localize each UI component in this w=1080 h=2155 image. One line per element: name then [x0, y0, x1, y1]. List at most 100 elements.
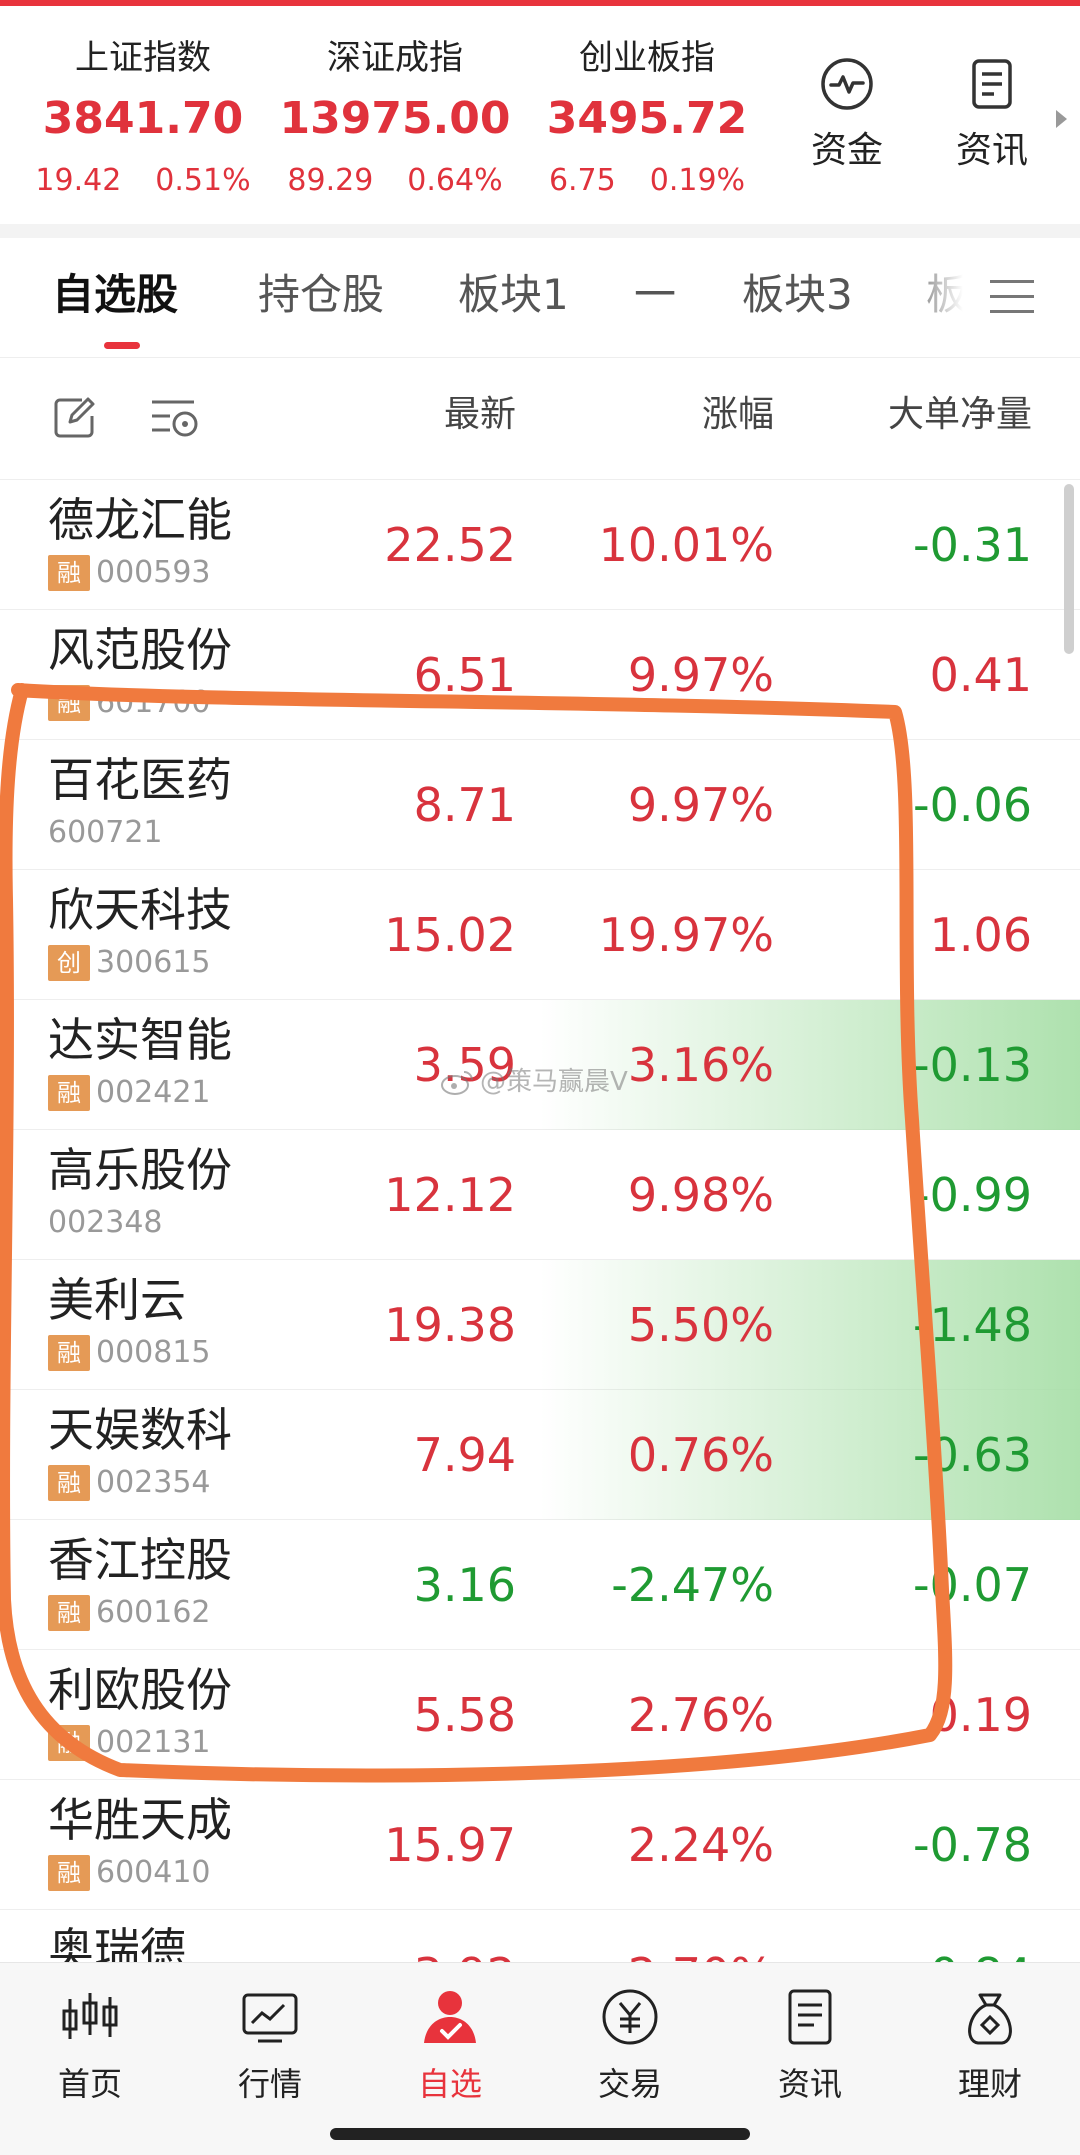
tab-holdings[interactable]: 持仓股: [258, 266, 384, 324]
stock-code: 002131: [96, 1725, 211, 1760]
tab-separator[interactable]: 一: [634, 266, 676, 324]
nav-watchlist[interactable]: 自选: [390, 1985, 510, 2105]
big-order-net: -0.78: [912, 1818, 1032, 1872]
stock-tag-badge: 融: [48, 1595, 90, 1631]
section-divider: [0, 224, 1080, 238]
header-latest[interactable]: 最新: [300, 390, 516, 440]
stock-code-line: 600721: [48, 814, 163, 852]
index-change: 6.75: [548, 163, 616, 198]
stock-row[interactable]: 高乐股份 002348 12.12 9.98% -0.99: [0, 1130, 1080, 1260]
active-tab-indicator: [104, 342, 140, 349]
change-pct: 2.76%: [627, 1688, 774, 1742]
stock-name: 高乐股份: [48, 1143, 232, 1197]
big-order-net: -0.13: [912, 1038, 1032, 1092]
column-header: 最新 涨幅 大单净量: [0, 358, 1080, 480]
big-order-net: 0.41: [929, 648, 1032, 702]
index-name: 创业板指: [579, 38, 715, 78]
stock-list: 德龙汇能融 000593 22.52 10.01% -0.31 风范股份融 601700 6.…: [0, 480, 1080, 1962]
stock-row[interactable]: 奥瑞德 3.92 2.70% 0.84: [0, 1910, 1080, 1962]
index-value: 3841.70: [42, 93, 244, 144]
stock-tag-badge: 融: [48, 1725, 90, 1761]
index-shanghai[interactable]: 上证指数 3841.70 19.42 0.51%: [18, 36, 268, 202]
latest-price: 7.94: [413, 1428, 516, 1482]
stock-tag-badge: 融: [48, 555, 90, 591]
stock-row[interactable]: 德龙汇能融 000593 22.52 10.01% -0.31: [0, 480, 1080, 610]
stock-tag-badge: 创: [48, 945, 90, 981]
pulse-icon: [821, 58, 873, 110]
stock-code-line: 融 000815: [48, 1334, 211, 1372]
latest-price: 12.12: [384, 1168, 516, 1222]
tab-watchlist[interactable]: 自选股: [52, 266, 178, 324]
scrollbar[interactable]: [1064, 484, 1074, 654]
stock-name: 香江控股: [48, 1533, 232, 1587]
stock-tag-badge: 融: [48, 1465, 90, 1501]
stock-row[interactable]: 香江控股融 600162 3.16 -2.47% -0.07: [0, 1520, 1080, 1650]
nav-label: 首页: [57, 2065, 122, 2103]
nav-home[interactable]: 首页: [30, 1985, 150, 2105]
header-change-pct[interactable]: 涨幅: [560, 390, 774, 440]
stock-tag-badge: 融: [48, 1075, 90, 1111]
candlestick-icon: [62, 1993, 118, 2039]
big-order-net: 0.84: [820, 1944, 1032, 1962]
stock-code-line: 002348: [48, 1204, 163, 1242]
latest-price: 22.52: [384, 518, 516, 572]
big-order-net: -0.07: [912, 1558, 1032, 1612]
weibo-icon: [441, 1071, 473, 1095]
stock-code-line: 融 601700: [48, 684, 211, 722]
fund-button[interactable]: 资金: [792, 56, 902, 174]
stock-code-line: 融 002354: [48, 1464, 211, 1502]
filter-settings-icon[interactable]: [148, 396, 200, 442]
stock-code: 601700: [96, 685, 211, 720]
watermark-text: @策马赢晨V: [480, 1067, 628, 1097]
change-pct: 9.97%: [627, 648, 774, 702]
news-button[interactable]: 资讯: [937, 56, 1047, 174]
header-big-order-net[interactable]: 大单净量: [820, 390, 1032, 440]
stock-name: 达实智能: [48, 1013, 232, 1067]
stock-name: 百花医药: [48, 753, 232, 807]
nav-wealth[interactable]: 理财: [930, 1985, 1050, 2105]
latest-price: 3.16: [413, 1558, 516, 1612]
stock-row[interactable]: 天娱数科融 002354 7.94 0.76% -0.63: [0, 1390, 1080, 1520]
stock-code-line: 创 300615: [48, 944, 211, 982]
stock-name: 德龙汇能: [48, 493, 232, 547]
stock-row[interactable]: 欣天科技创 300615 15.02 19.97% 1.06: [0, 870, 1080, 1000]
index-pct: 0.51%: [155, 163, 251, 198]
stock-code-line: 融 600410: [48, 1854, 211, 1892]
index-name: 深证成指: [327, 38, 463, 78]
index-summary-bar: 上证指数 3841.70 19.42 0.51% 深证成指 13975.00 89…: [0, 6, 1080, 224]
user-check-icon: [424, 1991, 476, 2043]
latest-price: 15.02: [384, 908, 516, 962]
home-indicator[interactable]: [330, 2128, 750, 2140]
index-change: 89.29: [287, 163, 374, 198]
more-arrow-icon[interactable]: [1056, 110, 1067, 128]
index-chinext[interactable]: 创业板指 3495.72 6.75 0.19%: [522, 36, 772, 202]
tab-sector-1[interactable]: 板块1: [458, 266, 569, 324]
change-pct: 5.50%: [627, 1298, 774, 1352]
tab-fade: [900, 238, 990, 356]
big-order-net: -0.06: [912, 778, 1032, 832]
nav-label: 资讯: [777, 2065, 842, 2103]
watermark: @策马赢晨V: [440, 1062, 628, 1102]
nav-label: 交易: [597, 2065, 662, 2103]
big-order-net: -0.99: [912, 1168, 1032, 1222]
edit-icon[interactable]: [52, 396, 96, 440]
index-change: 19.42: [35, 163, 122, 198]
tab-sector-3[interactable]: 板块3: [742, 266, 853, 324]
tab-menu-icon[interactable]: [990, 280, 1034, 314]
nav-trade[interactable]: 交易: [570, 1985, 690, 2105]
nav-market[interactable]: 行情: [210, 1985, 330, 2105]
stock-tag-badge: 融: [48, 685, 90, 721]
big-order-net: -0.31: [912, 518, 1032, 572]
nav-news[interactable]: 资讯: [750, 1985, 870, 2105]
stock-row[interactable]: 利欧股份融 002131 5.58 2.76% 0.19: [0, 1650, 1080, 1780]
nav-label: 自选: [417, 2065, 482, 2103]
stock-row[interactable]: 美利云融 000815 19.38 5.50% -1.48: [0, 1260, 1080, 1390]
index-shenzhen[interactable]: 深证成指 13975.00 89.29 0.64%: [270, 36, 520, 202]
stock-row[interactable]: 风范股份融 601700 6.51 9.97% 0.41: [0, 610, 1080, 740]
stock-row[interactable]: 华胜天成融 600410 15.97 2.24% -0.78: [0, 1780, 1080, 1910]
change-pct: 10.01%: [598, 518, 774, 572]
latest-price: 6.51: [413, 648, 516, 702]
stock-name: 风范股份: [48, 623, 232, 677]
watchlist-tabs: 自选股 持仓股 板块1 一 板块3 板: [0, 238, 1080, 358]
stock-row[interactable]: 百花医药 600721 8.71 9.97% -0.06: [0, 740, 1080, 870]
